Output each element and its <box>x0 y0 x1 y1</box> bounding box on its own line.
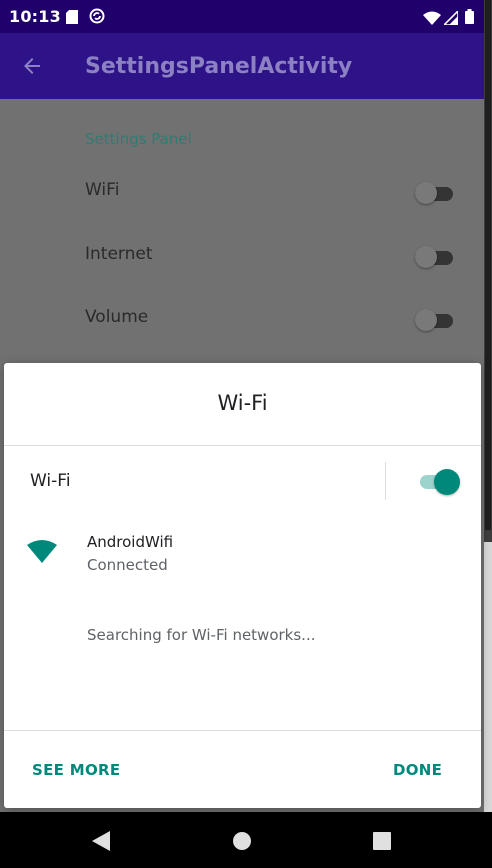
switch-thumb <box>415 246 437 268</box>
wifi-toggle-switch[interactable] <box>420 469 460 495</box>
status-time: 10:13 <box>9 7 61 26</box>
wifi-toggle-label: Wi-Fi <box>30 471 71 491</box>
network-ssid: AndroidWifi <box>87 533 174 551</box>
sync-icon <box>89 8 105 28</box>
wifi-switch[interactable] <box>415 182 453 204</box>
edge-inner <box>485 0 491 530</box>
preference-row-wifi[interactable]: WiFi <box>0 162 484 222</box>
done-button[interactable]: DONE <box>393 761 442 779</box>
vertical-divider <box>385 462 386 500</box>
cell-signal-icon <box>442 9 459 29</box>
preference-row-internet[interactable]: Internet <box>0 226 484 286</box>
wifi-status-icon <box>423 10 441 29</box>
section-header: Settings Panel <box>85 130 192 148</box>
network-row[interactable]: AndroidWifi Connected <box>4 523 481 583</box>
wifi-panel: Wi-Fi Wi-Fi AndroidWifi Connected Search… <box>4 363 481 808</box>
preference-label: Internet <box>85 244 153 264</box>
status-bar: 10:13 <box>0 0 484 33</box>
network-status: Connected <box>87 556 168 574</box>
app-bar: SettingsPanelActivity <box>0 33 484 99</box>
divider <box>4 445 481 446</box>
nav-back-icon[interactable] <box>92 831 110 855</box>
battery-icon <box>465 9 474 28</box>
nav-home-icon[interactable] <box>233 832 251 854</box>
preference-row-volume[interactable]: Volume <box>0 289 484 349</box>
nav-recents-icon[interactable] <box>373 832 391 854</box>
panel-title: Wi-Fi <box>217 391 268 415</box>
volume-switch[interactable] <box>415 309 453 331</box>
searching-text: Searching for Wi-Fi networks... <box>87 626 316 644</box>
background-window-edge <box>484 0 492 812</box>
switch-thumb <box>434 469 460 495</box>
app-bar-title: SettingsPanelActivity <box>85 54 353 79</box>
switch-thumb <box>415 182 437 204</box>
sd-card-icon <box>66 9 78 28</box>
see-more-button[interactable]: SEE MORE <box>32 761 120 779</box>
wifi-network-icon <box>27 539 57 567</box>
navigation-bar <box>0 812 492 868</box>
switch-thumb <box>415 309 437 331</box>
preference-label: Volume <box>85 307 149 327</box>
divider <box>4 730 481 731</box>
back-arrow-icon[interactable] <box>20 54 44 82</box>
preference-label: WiFi <box>85 180 120 200</box>
internet-switch[interactable] <box>415 246 453 268</box>
